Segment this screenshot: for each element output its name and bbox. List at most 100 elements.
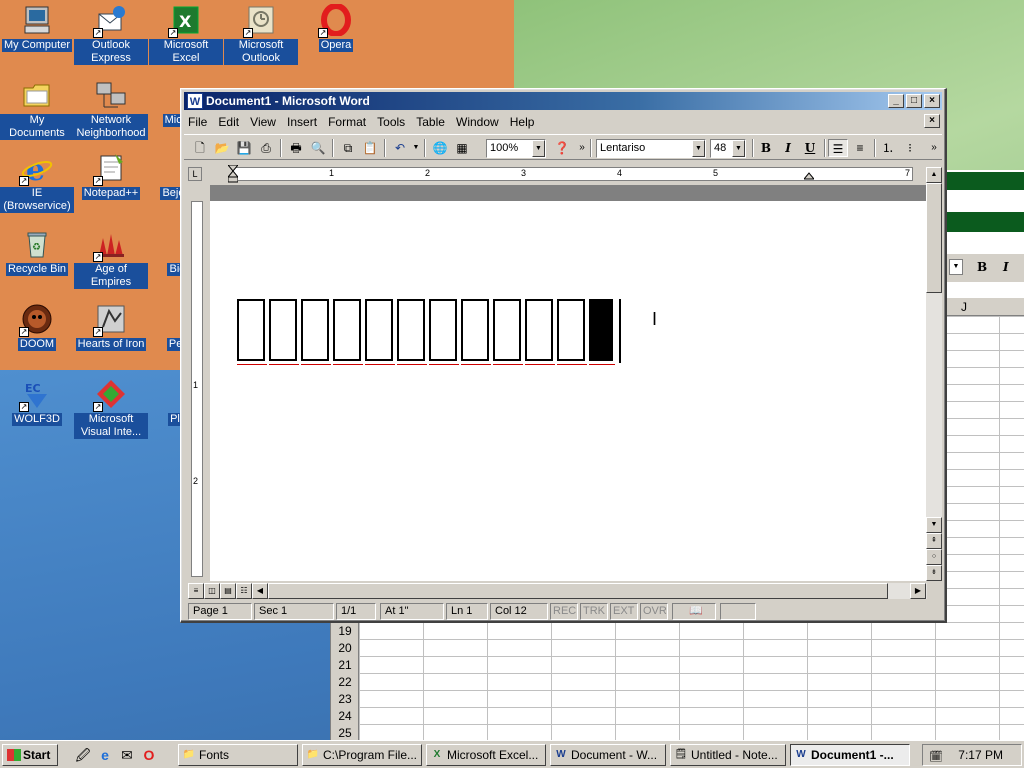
task-document1-word[interactable]: W Document1 -...	[790, 744, 910, 766]
paste-icon[interactable]: 📋	[360, 139, 380, 157]
underline-button[interactable]: U	[800, 139, 820, 157]
menu-help[interactable]: Help	[506, 112, 539, 132]
save-icon[interactable]: 💾	[234, 139, 254, 157]
desktop-icon-my-computer[interactable]: My Computer	[0, 4, 74, 52]
task-fonts[interactable]: 📁 Fonts	[178, 744, 298, 766]
chevron-down-icon[interactable]: ▼	[732, 140, 745, 157]
vertical-ruler[interactable]: 1 2	[188, 201, 206, 577]
menu-window[interactable]: Window	[452, 112, 503, 132]
task-program-files[interactable]: 📁 C:\Program File...	[302, 744, 422, 766]
desktop-icon-notepadpp[interactable]: ↗ Notepad++	[74, 152, 148, 200]
align-left-icon[interactable]: ☰	[828, 139, 848, 157]
desktop-icon-network-neighborhood[interactable]: Network Neighborhood	[74, 79, 148, 140]
show-desktop-icon[interactable]: 🖉	[74, 746, 92, 764]
outlook-express-icon[interactable]: ✉	[118, 746, 136, 764]
scroll-up-button[interactable]: ▲	[926, 167, 942, 183]
desktop-icon-excel[interactable]: X ↗ Microsoft Excel	[149, 4, 223, 65]
select-browse-object-button[interactable]: ○	[926, 549, 942, 565]
desktop-icon-my-documents[interactable]: My Documents	[0, 79, 74, 140]
menu-insert[interactable]: Insert	[283, 112, 321, 132]
menu-tools[interactable]: Tools	[373, 112, 409, 132]
previous-page-button[interactable]: ⇞	[926, 533, 942, 549]
undo-dropdown-icon[interactable]: ▼	[406, 139, 426, 157]
scroll-thumb[interactable]	[926, 183, 942, 293]
desktop-icon-visual-interdev[interactable]: ↗ Microsoft Visual Inte...	[74, 378, 148, 439]
insert-table-icon[interactable]: ▦	[452, 139, 472, 157]
menu-table[interactable]: Table	[412, 112, 449, 132]
bold-button[interactable]: B	[756, 139, 776, 157]
start-button[interactable]: Start	[2, 744, 58, 766]
desktop-icon-doom[interactable]: ↗ DOOM	[0, 303, 74, 351]
document-close-button[interactable]: ×	[924, 114, 940, 128]
permission-icon[interactable]: ⎙	[256, 139, 276, 157]
toolbar-overflow-icon[interactable]: »	[572, 139, 592, 157]
zoom-select[interactable]: 100% ▼	[486, 139, 546, 158]
opera-icon[interactable]: O	[140, 746, 158, 764]
desktop-icon-wolf3d[interactable]: EC ↗ WOLF3D	[0, 378, 74, 426]
open-folder-icon[interactable]: 📂	[212, 139, 232, 157]
toolbar-overflow-icon[interactable]: »	[924, 139, 944, 157]
chevron-down-icon[interactable]: ▼	[692, 140, 705, 157]
task-notepad[interactable]: 🗒 Untitled - Note...	[670, 744, 786, 766]
scroll-down-button[interactable]: ▼	[926, 517, 942, 533]
next-page-button[interactable]: ⇟	[926, 565, 942, 581]
print-layout-view-icon[interactable]: ▤	[220, 583, 236, 599]
horizontal-scrollbar[interactable]: ≡ ◫ ▤ ☷ ◀ ▶	[188, 583, 927, 599]
document-body[interactable]: I	[210, 201, 927, 581]
desktop-icon-hearts-of-iron[interactable]: ↗ Hearts of Iron	[74, 303, 148, 351]
desktop-icon-recycle-bin[interactable]: ♻ Recycle Bin	[0, 228, 74, 276]
horizontal-scroll-thumb[interactable]	[268, 583, 888, 599]
help-icon[interactable]: ❓	[552, 139, 572, 157]
outline-view-icon[interactable]: ☷	[236, 583, 252, 599]
right-indent-marker[interactable]	[802, 171, 816, 181]
new-document-icon[interactable]: 🗋	[190, 139, 210, 157]
menu-edit[interactable]: Edit	[214, 112, 243, 132]
web-icon[interactable]: 🌐	[430, 139, 450, 157]
desktop-icon-outlook-express[interactable]: ↗ Outlook Express	[74, 4, 148, 65]
task-excel[interactable]: X Microsoft Excel...	[426, 744, 546, 766]
print-preview-icon[interactable]: 🔍	[308, 139, 328, 157]
web-layout-view-icon[interactable]: ◫	[204, 583, 220, 599]
desktop-icon-outlook[interactable]: ↗ Microsoft Outlook	[224, 4, 298, 65]
desktop-icon-age-of-empires[interactable]: ↗ Age of Empires	[74, 228, 148, 289]
status-rec[interactable]: REC	[550, 603, 578, 620]
excel-italic-button[interactable]: I	[1003, 260, 1009, 274]
close-button[interactable]: ×	[924, 94, 940, 108]
status-ext[interactable]: EXT	[610, 603, 638, 620]
menu-format[interactable]: Format	[324, 112, 370, 132]
typed-text-line[interactable]	[237, 299, 621, 365]
minimize-button[interactable]: _	[888, 94, 904, 108]
bulleted-list-icon[interactable]: ⁝	[900, 139, 920, 157]
maximize-button[interactable]: □	[906, 94, 922, 108]
scroll-right-button[interactable]: ▶	[910, 583, 926, 599]
task-document-word[interactable]: W Document - W...	[550, 744, 666, 766]
word-title-bar[interactable]: W Document1 - Microsoft Word _ □ ×	[184, 92, 942, 110]
clock[interactable]: 7:17 PM	[958, 745, 1003, 765]
spelling-status-icon[interactable]: 📖	[672, 603, 716, 620]
ie-icon[interactable]: e	[96, 746, 114, 764]
chevron-down-icon[interactable]: ▼	[532, 140, 545, 157]
indent-marker[interactable]	[226, 164, 240, 183]
desktop-icon-opera[interactable]: ↗ Opera	[299, 3, 373, 52]
font-select[interactable]: Lentariso ▼	[596, 139, 706, 158]
tray-app-icon[interactable]: 🗓	[929, 747, 943, 763]
excel-bold-button[interactable]: B	[977, 260, 987, 274]
menu-file[interactable]: File	[184, 112, 211, 132]
desktop-icon-ie[interactable]: e ↗ IE (Browservice)	[0, 152, 74, 213]
status-ovr[interactable]: OVR	[640, 603, 668, 620]
numbered-list-icon[interactable]: ⒈	[878, 139, 898, 157]
font-size-select[interactable]: 48 ▼	[710, 139, 746, 158]
word-app-icon[interactable]: W	[187, 93, 203, 109]
vertical-scrollbar[interactable]: ▲ ▼ ⇞ ○ ⇟	[926, 167, 942, 581]
normal-view-icon[interactable]: ≡	[188, 583, 204, 599]
tab-stop-selector[interactable]: L	[188, 167, 202, 181]
copy-icon[interactable]: ⧉	[338, 139, 358, 157]
scroll-left-button[interactable]: ◀	[252, 583, 268, 599]
italic-button[interactable]: I	[778, 139, 798, 157]
excel-combo-dropdown[interactable]: ▼	[949, 259, 963, 275]
menu-view[interactable]: View	[246, 112, 280, 132]
align-center-icon[interactable]: ≡	[850, 139, 870, 157]
status-trk[interactable]: TRK	[580, 603, 608, 620]
horizontal-ruler[interactable]: L 1 2 3 4 5 7	[184, 163, 925, 185]
print-icon[interactable]: 🖶	[286, 139, 306, 157]
